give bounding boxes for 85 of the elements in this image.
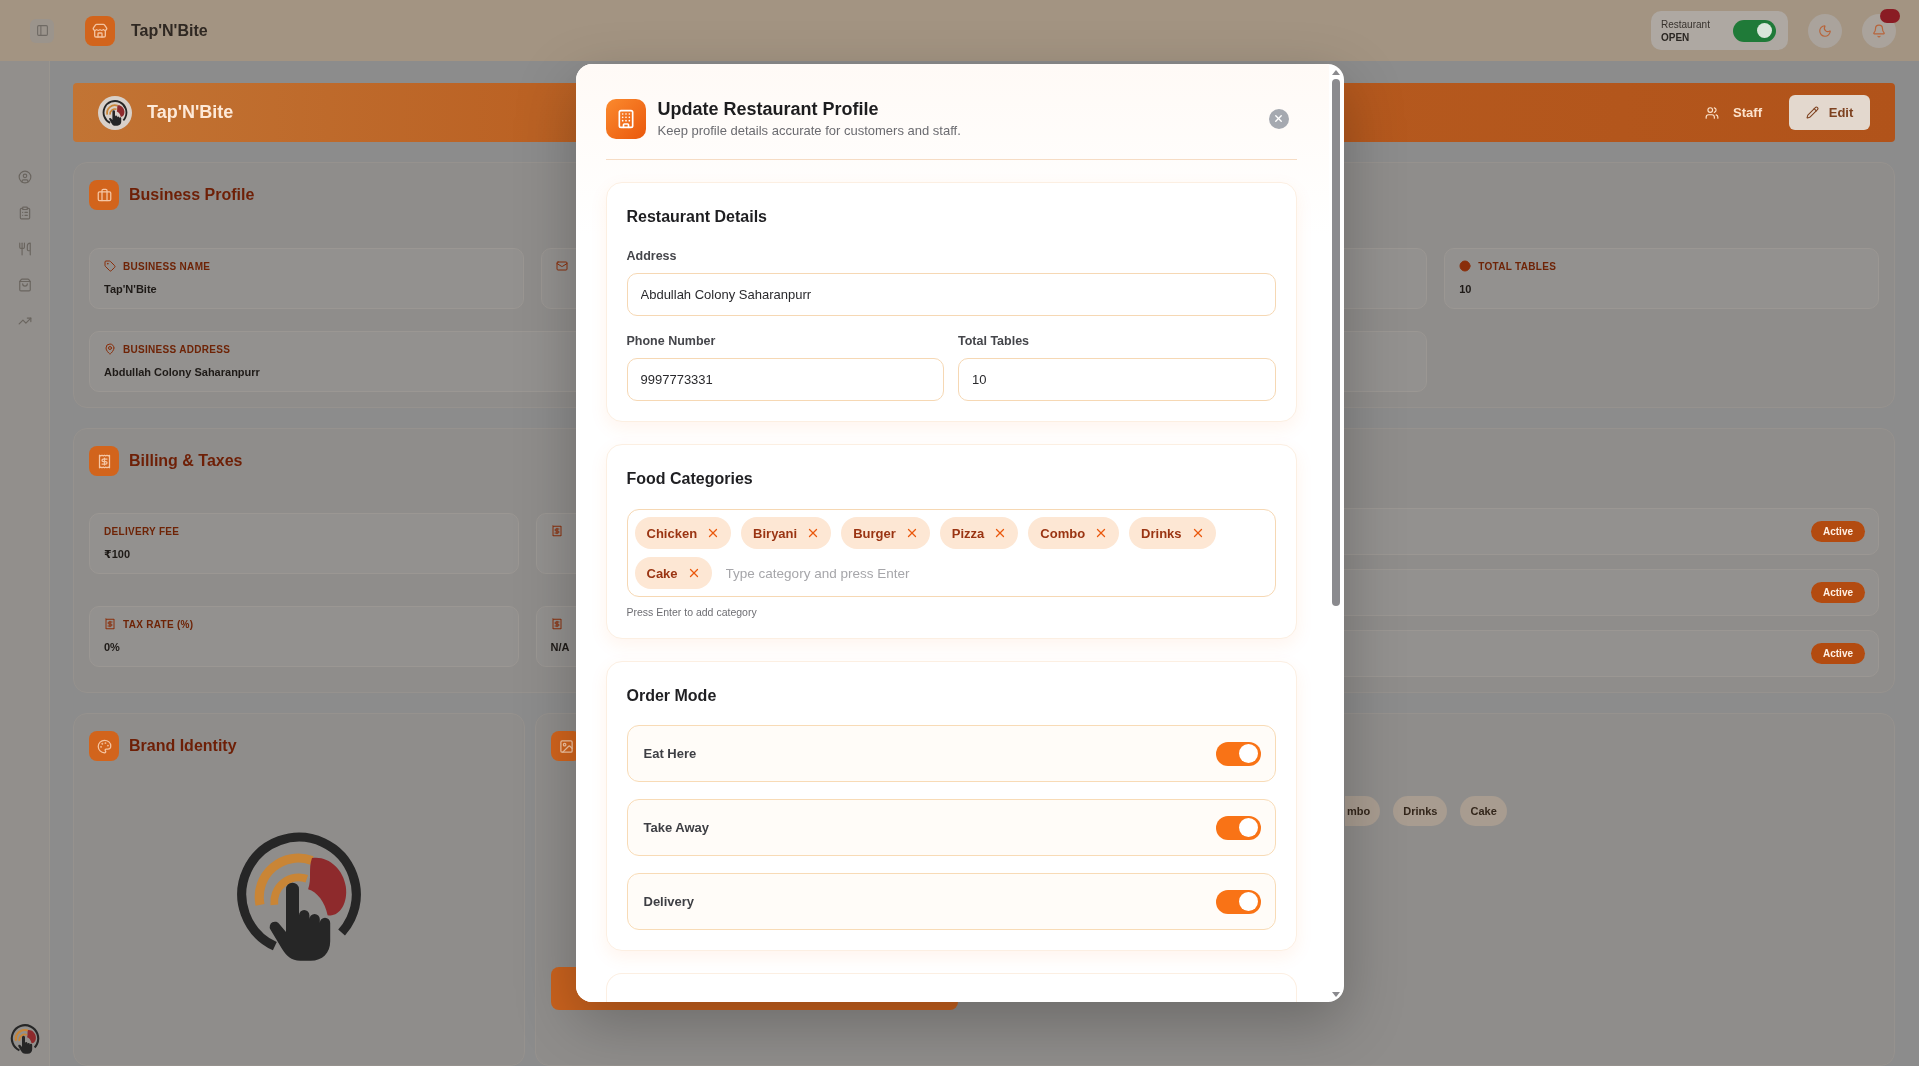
tables-input[interactable]: 10 xyxy=(958,358,1276,401)
order-mode-label: Eat Here xyxy=(643,746,697,761)
utensils-icon[interactable] xyxy=(17,242,32,256)
receipt-icon xyxy=(104,618,116,630)
status-label: Restaurant xyxy=(1661,18,1710,30)
tag-label: Cake xyxy=(646,565,678,581)
info-value: ₹100 xyxy=(104,547,130,561)
info-value: N/A xyxy=(550,640,570,654)
card-title: Food Categories xyxy=(626,469,753,489)
info-value: 0% xyxy=(104,640,120,654)
toggle-switch[interactable] xyxy=(1215,889,1261,914)
category-input[interactable]: Type category and press Enter xyxy=(721,557,1268,589)
shopping-bag-icon[interactable] xyxy=(17,278,32,292)
palette-icon xyxy=(89,731,119,761)
field-label: Address xyxy=(626,248,677,264)
category-chip: Cake xyxy=(1460,796,1507,826)
phone-input[interactable]: 9997773331 xyxy=(626,358,944,401)
open-toggle[interactable] xyxy=(1733,19,1776,42)
building-icon xyxy=(605,98,646,139)
tag-label: Chicken xyxy=(646,525,698,541)
close-icon xyxy=(1273,113,1284,124)
sidebar-toggle-button[interactable] xyxy=(30,18,54,43)
status-badge: Active xyxy=(1811,582,1865,603)
notification-badge xyxy=(1880,8,1900,23)
clipboard-icon[interactable] xyxy=(17,206,32,220)
field-label: Total Tables xyxy=(958,333,1030,349)
pencil-icon xyxy=(1805,106,1819,119)
info-value: Abdullah Colony Saharanpurr xyxy=(104,365,260,379)
category-chip: mbo xyxy=(1345,796,1381,826)
edit-button[interactable]: Edit xyxy=(1789,95,1870,130)
status-value: OPEN xyxy=(1661,31,1690,43)
dark-mode-button[interactable] xyxy=(1808,13,1842,48)
tag-label: Combo xyxy=(1040,525,1086,541)
section-title: Brand Identity xyxy=(129,737,237,755)
info-value: Tap'N'Bite xyxy=(104,282,157,296)
category-chip: Drinks xyxy=(1393,796,1448,826)
store-icon xyxy=(85,15,115,46)
info-label: BUSINESS NAME xyxy=(123,260,211,272)
section-title: Business Profile xyxy=(129,186,255,204)
logo-avatar xyxy=(98,95,132,130)
mail-icon xyxy=(555,260,568,272)
receipt-icon xyxy=(89,446,119,476)
status-badge: Active xyxy=(1811,521,1865,542)
status-badge: Active xyxy=(1811,643,1865,664)
user-circle-icon[interactable] xyxy=(17,170,32,184)
tag-label: Biryani xyxy=(753,525,798,541)
section-title: Billing & Taxes xyxy=(129,452,243,470)
order-mode-label: Take Away xyxy=(643,820,710,835)
users-icon xyxy=(1705,105,1720,120)
info-label: TAX RATE (%) xyxy=(123,618,194,630)
address-input[interactable]: Abdullah Colony Saharanpurr xyxy=(626,273,1276,316)
info-label: BUSINESS ADDRESS xyxy=(123,343,231,355)
info-label: DELIVERY FEE xyxy=(104,525,180,537)
card-title: Restaurant Details xyxy=(626,207,767,227)
restaurant-name: Tap'N'Bite xyxy=(147,102,234,123)
category-field[interactable]: Chicken Biryani Burger Pizza Combo Drinks Cake Type category and press Enter xyxy=(626,509,1276,597)
tag-label: Pizza xyxy=(951,525,985,541)
info-value: 10 xyxy=(1459,282,1472,296)
scroll-down-icon[interactable] xyxy=(1332,992,1340,997)
panel-left-icon xyxy=(35,24,49,37)
briefcase-icon xyxy=(89,180,119,210)
info-label: TOTAL TABLES xyxy=(1478,260,1557,272)
field-hint: Press Enter to add category xyxy=(626,606,757,618)
scroll-up-icon[interactable] xyxy=(1332,70,1340,75)
dialog-subtitle: Keep profile details accurate for customers and staff. xyxy=(657,123,961,139)
order-mode-label: Delivery xyxy=(643,894,695,909)
bell-icon xyxy=(1872,23,1886,38)
toggle-switch[interactable] xyxy=(1215,815,1261,840)
moon-icon xyxy=(1818,23,1832,38)
dot-icon xyxy=(1459,260,1472,272)
scrollbar-thumb[interactable] xyxy=(1332,79,1340,606)
card-title: Order Mode xyxy=(626,686,717,706)
logo-avatar xyxy=(9,1024,40,1054)
field-label: Phone Number xyxy=(626,333,716,349)
toggle-switch[interactable] xyxy=(1215,741,1261,766)
receipt-icon xyxy=(550,525,563,537)
dialog-title: Update Restaurant Profile xyxy=(657,98,879,120)
receipt-icon xyxy=(550,618,563,630)
staff-link[interactable]: Staff xyxy=(1733,105,1762,120)
tag-label: Burger xyxy=(853,525,896,541)
tag-icon xyxy=(104,260,116,272)
close-button[interactable] xyxy=(1268,108,1289,129)
app-title: Tap'N'Bite xyxy=(131,21,208,40)
tag-label: Drinks xyxy=(1141,525,1182,541)
map-pin-icon xyxy=(104,343,116,355)
